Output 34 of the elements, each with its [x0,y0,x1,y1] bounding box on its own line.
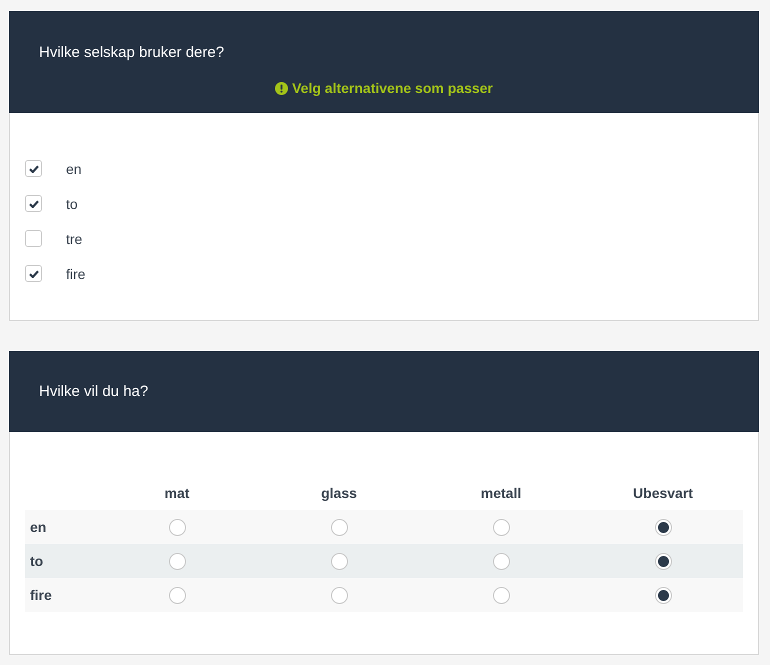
radio-button[interactable] [492,552,510,570]
radio-button[interactable] [168,518,186,536]
column-header: Ubesvart [633,484,693,503]
checkmark-icon [28,164,38,172]
option-label: fire [66,264,86,284]
radio-button[interactable] [330,518,348,536]
row-label: en [29,518,46,537]
column-header: glass [321,484,357,503]
checkmark-icon [28,200,38,208]
radio-button[interactable] [492,586,510,604]
checkbox[interactable] [25,230,42,247]
radio-button[interactable] [654,552,672,570]
row-label: to [29,552,44,571]
checkmark-icon [28,270,38,278]
checkbox[interactable] [25,265,42,282]
exclamation-icon [275,82,288,94]
option-label: en [66,160,82,178]
radio-button[interactable] [654,518,672,536]
radio-button[interactable] [330,586,348,604]
row-label: fire [29,586,52,605]
hint-text: Velg alternativene som passer [292,79,493,98]
radio-button[interactable] [168,552,186,570]
question-title: Hvilke selskap bruker dere? [38,43,226,63]
radio-button[interactable] [654,586,672,604]
radio-button[interactable] [168,586,186,604]
checkbox[interactable] [25,195,42,212]
radio-button[interactable] [330,552,348,570]
option-label: to [66,194,78,214]
question-title: Hvilke vil du ha? [38,382,150,402]
checkbox[interactable] [25,160,42,177]
column-header: metall [480,484,522,503]
column-header: mat [164,484,190,503]
radio-button[interactable] [492,518,510,536]
option-label: tre [66,230,82,248]
